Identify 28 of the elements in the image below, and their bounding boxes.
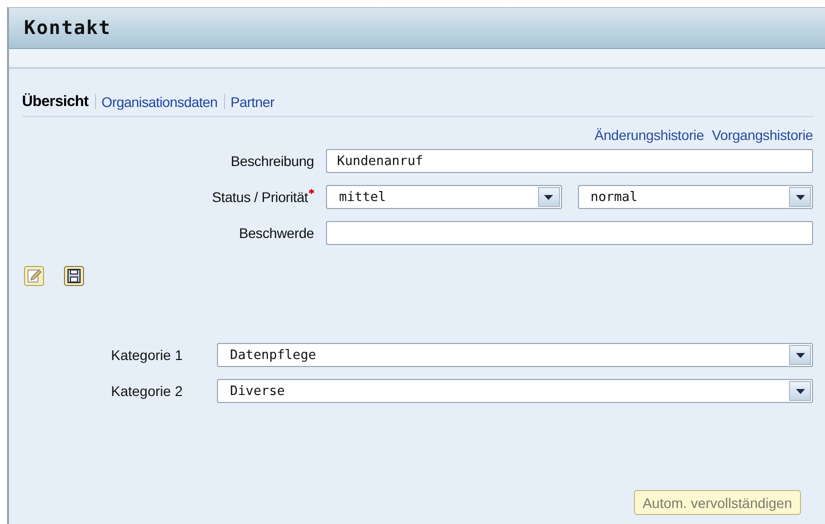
dropdown[interactable]: Diverse [217,379,813,403]
field-label: Kategorie 1 [111,347,184,363]
field-label: Beschreibung [230,153,314,169]
text-field[interactable]: Kundenanruf [326,149,813,173]
dropdown-button[interactable] [789,187,811,207]
caret-icon [544,194,553,200]
required-icon [309,189,314,194]
dropdown-button[interactable] [789,381,811,401]
field-label: Status / Priorität [22,189,314,205]
caret-icon [796,194,804,200]
caret-icon [796,352,804,358]
dropdown-button[interactable] [789,345,811,365]
dropdown-button[interactable] [538,187,560,207]
history-link[interactable]: Änderungshistorie [594,127,704,143]
window-title: Kontakt [24,17,112,39]
tab[interactable]: Partner [230,94,274,110]
caret-icon [796,388,804,394]
dropdown[interactable]: Datenpflege [217,343,813,367]
dropdown[interactable]: normal [578,185,813,209]
history-link[interactable]: Vorgangshistorie [712,127,813,143]
text-field[interactable] [326,221,813,245]
edit-icon[interactable] [24,266,44,286]
field-label: Kategorie 2 [111,383,184,399]
field-label: Beschwerde [238,225,314,241]
tab[interactable]: Übersicht [22,93,88,110]
dropdown[interactable]: mittel [326,185,562,209]
save-icon[interactable] [64,266,84,286]
tab[interactable]: Organisationsdaten [102,94,218,110]
